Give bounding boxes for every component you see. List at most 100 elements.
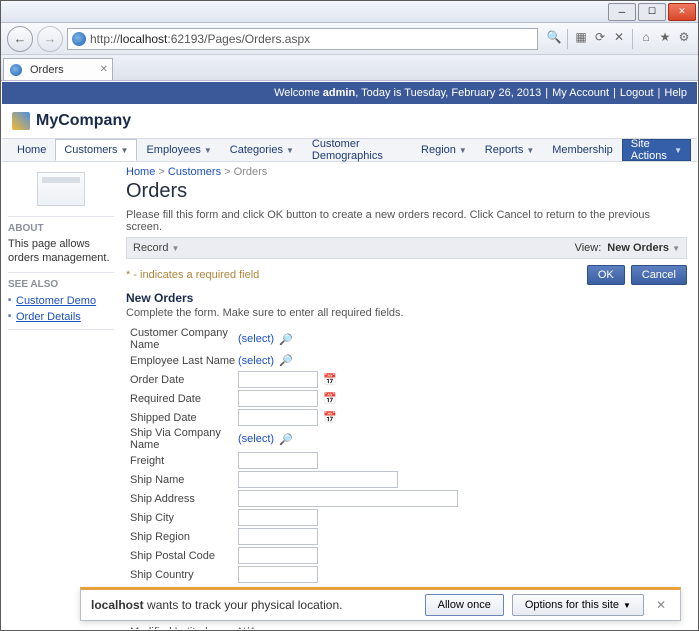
- nav-home[interactable]: Home: [8, 139, 55, 161]
- lookup-icon[interactable]: 🔎: [278, 432, 294, 446]
- divider: [567, 29, 568, 49]
- nav-membership[interactable]: Membership: [543, 139, 622, 161]
- chevron-down-icon: ▼: [459, 146, 467, 155]
- browser-nav-bar: ← → http://localhost:62193/Pages/Orders.…: [1, 23, 698, 55]
- window-minimize-button[interactable]: ─: [608, 3, 636, 21]
- calendar-icon[interactable]: 📅: [322, 411, 338, 425]
- label-ship-region: Ship Region: [126, 531, 238, 543]
- logout-link[interactable]: Logout: [620, 87, 654, 99]
- view-label: View:: [575, 242, 602, 254]
- value-modified-lat: N/A: [238, 626, 256, 630]
- label-order-date: Order Date: [126, 374, 238, 386]
- label-shipped-date: Shipped Date: [126, 412, 238, 424]
- nav-region[interactable]: Region▼: [412, 139, 476, 161]
- sidebar-about-head: ABOUT: [8, 223, 114, 234]
- toast-message: localhost wants to track your physical l…: [91, 598, 342, 612]
- brand-name: MyCompany: [36, 112, 131, 130]
- window-titlebar: ─ ☐ ✕: [1, 1, 698, 23]
- label-ship-address: Ship Address: [126, 493, 238, 505]
- sidebar-seealso-head: SEE ALSO: [8, 279, 114, 290]
- toast-close-icon[interactable]: ✕: [652, 598, 670, 612]
- required-note: * - indicates a required field: [126, 269, 259, 281]
- sidebar-about-text: This page allows orders management.: [8, 237, 114, 266]
- record-toolbar: Record▼ View: New Orders ▼: [126, 237, 687, 259]
- label-required-date: Required Date: [126, 393, 238, 405]
- ok-button[interactable]: OK: [587, 265, 625, 285]
- cancel-button[interactable]: Cancel: [631, 265, 687, 285]
- allow-once-button[interactable]: Allow once: [425, 594, 504, 616]
- stop-icon[interactable]: ✕: [611, 29, 627, 45]
- label-customer-company: Customer Company Name: [126, 327, 238, 351]
- welcome-text: Welcome admin, Today is Tuesday, Februar…: [274, 87, 541, 99]
- input-freight[interactable]: [238, 452, 318, 469]
- lookup-icon[interactable]: 🔎: [278, 332, 294, 346]
- browser-tab[interactable]: Orders ✕: [3, 58, 113, 80]
- label-ship-postal: Ship Postal Code: [126, 550, 238, 562]
- compat-icon[interactable]: ▦: [573, 29, 589, 45]
- breadcrumb-home[interactable]: Home: [126, 166, 155, 178]
- chevron-down-icon: ▼: [526, 146, 534, 155]
- back-button[interactable]: ←: [7, 26, 33, 52]
- nav-customer-demographics[interactable]: Customer Demographics: [303, 139, 412, 161]
- chevron-down-icon: ▼: [672, 244, 680, 253]
- page-instructions: Please fill this form and click OK butto…: [126, 209, 687, 233]
- location-toast: localhost wants to track your physical l…: [80, 587, 681, 621]
- tab-bar: Orders ✕: [1, 55, 698, 81]
- input-shipped-date[interactable]: [238, 409, 318, 426]
- input-ship-name[interactable]: [238, 471, 398, 488]
- sidebar-link-customer-demo[interactable]: Customer Demo: [8, 293, 114, 309]
- input-ship-address[interactable]: [238, 490, 458, 507]
- label-ship-city: Ship City: [126, 512, 238, 524]
- nav-employees[interactable]: Employees▼: [137, 139, 220, 161]
- view-selector[interactable]: New Orders ▼: [607, 242, 680, 254]
- calendar-icon[interactable]: 📅: [322, 392, 338, 406]
- breadcrumb-customers[interactable]: Customers: [168, 166, 221, 178]
- input-ship-region[interactable]: [238, 528, 318, 545]
- help-link[interactable]: Help: [664, 87, 687, 99]
- brand-icon: [12, 112, 30, 130]
- nav-categories[interactable]: Categories▼: [221, 139, 303, 161]
- select-employee[interactable]: (select): [238, 355, 274, 367]
- search-icon[interactable]: 🔍: [546, 29, 562, 45]
- section-desc: Complete the form. Make sure to enter al…: [126, 307, 687, 319]
- favorites-icon[interactable]: ★: [657, 29, 673, 45]
- my-account-link[interactable]: My Account: [552, 87, 609, 99]
- site-actions-button[interactable]: Site Actions▼: [622, 139, 691, 161]
- chevron-down-icon: ▼: [623, 601, 631, 610]
- sidebar-link-order-details[interactable]: Order Details: [8, 309, 114, 325]
- nav-reports[interactable]: Reports▼: [476, 139, 543, 161]
- nav-customers[interactable]: Customers▼: [55, 139, 137, 161]
- breadcrumb: Home > Customers > Orders: [126, 166, 687, 178]
- welcome-bar: Welcome admin, Today is Tuesday, Februar…: [2, 82, 697, 104]
- forward-button[interactable]: →: [37, 26, 63, 52]
- select-customer-company[interactable]: (select): [238, 333, 274, 345]
- input-ship-country[interactable]: [238, 566, 318, 583]
- window-close-button[interactable]: ✕: [668, 3, 696, 21]
- refresh-icon[interactable]: ⟳: [592, 29, 608, 45]
- label-ship-country: Ship Country: [126, 569, 238, 581]
- brand-row: MyCompany: [2, 104, 697, 138]
- label-freight: Freight: [126, 455, 238, 467]
- form-table: Customer Company Name(select)🔎 Employee …: [126, 327, 687, 629]
- calendar-icon[interactable]: 📅: [322, 373, 338, 387]
- tab-title: Orders: [30, 64, 64, 76]
- window-maximize-button[interactable]: ☐: [638, 3, 666, 21]
- divider: [632, 29, 633, 49]
- input-required-date[interactable]: [238, 390, 318, 407]
- select-shipvia[interactable]: (select): [238, 433, 274, 445]
- chevron-down-icon: ▼: [121, 146, 129, 155]
- record-menu[interactable]: Record▼: [133, 242, 179, 254]
- sidebar: ABOUT This page allows orders management…: [2, 162, 120, 629]
- input-order-date[interactable]: [238, 371, 318, 388]
- label-modified-lat: Modified Latitude: [126, 626, 238, 630]
- lookup-icon[interactable]: 🔎: [278, 354, 294, 368]
- sidebar-page-icon: [37, 172, 85, 206]
- input-ship-postal[interactable]: [238, 547, 318, 564]
- tools-icon[interactable]: ⚙: [676, 29, 692, 45]
- options-button[interactable]: Options for this site ▼: [512, 594, 644, 616]
- input-ship-city[interactable]: [238, 509, 318, 526]
- home-icon[interactable]: ⌂: [638, 29, 654, 45]
- address-bar[interactable]: http://localhost:62193/Pages/Orders.aspx: [67, 28, 538, 50]
- ie-icon: [72, 32, 86, 46]
- tab-close-icon[interactable]: ✕: [100, 64, 108, 75]
